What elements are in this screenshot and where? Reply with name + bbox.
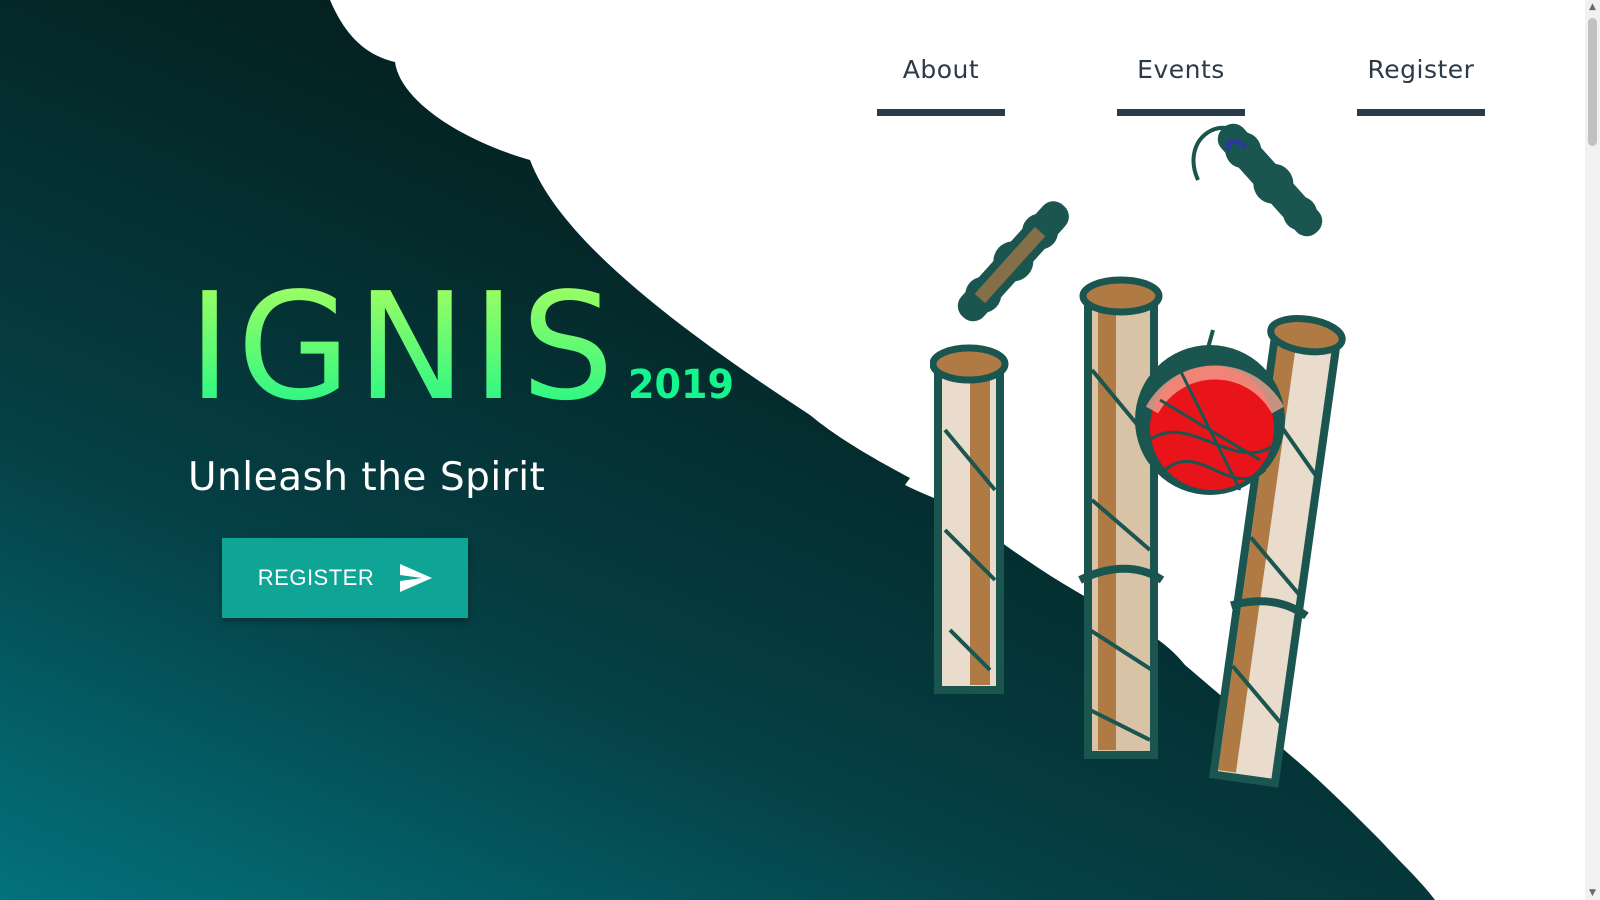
nav-about-link[interactable]: About (877, 50, 1005, 116)
nav-register-label: Register (1367, 55, 1475, 84)
scroll-down-icon[interactable]: ▼ (1585, 886, 1600, 900)
nav-about-label: About (902, 55, 980, 84)
nav-register-link[interactable]: Register (1357, 50, 1485, 116)
register-button-label: REGISTER (257, 565, 375, 590)
nav-events-link[interactable]: Events (1117, 50, 1245, 116)
nav-register-underline (1357, 109, 1485, 116)
scroll-thumb[interactable] (1588, 18, 1597, 146)
hero-tagline: Unleash the Spirit (188, 455, 546, 500)
landing-page: About Events Register IGNIS 2019 Unleash… (0, 0, 1600, 900)
hero-title-text: IGNIS (188, 262, 620, 412)
hero-title: IGNIS 2019 (188, 262, 748, 412)
hero-year-text: 2019 (628, 362, 734, 408)
hero-background (0, 0, 1435, 900)
cricket-stumps-ball-icon (930, 123, 1346, 788)
register-button[interactable]: REGISTER (222, 538, 468, 618)
nav-events-label: Events (1137, 55, 1225, 84)
scroll-up-icon[interactable]: ▲ (1585, 0, 1600, 14)
top-navigation: About Events Register (852, 0, 1552, 125)
send-icon (400, 564, 433, 592)
page-scrollbar[interactable]: ▲ ▼ (1585, 0, 1600, 900)
